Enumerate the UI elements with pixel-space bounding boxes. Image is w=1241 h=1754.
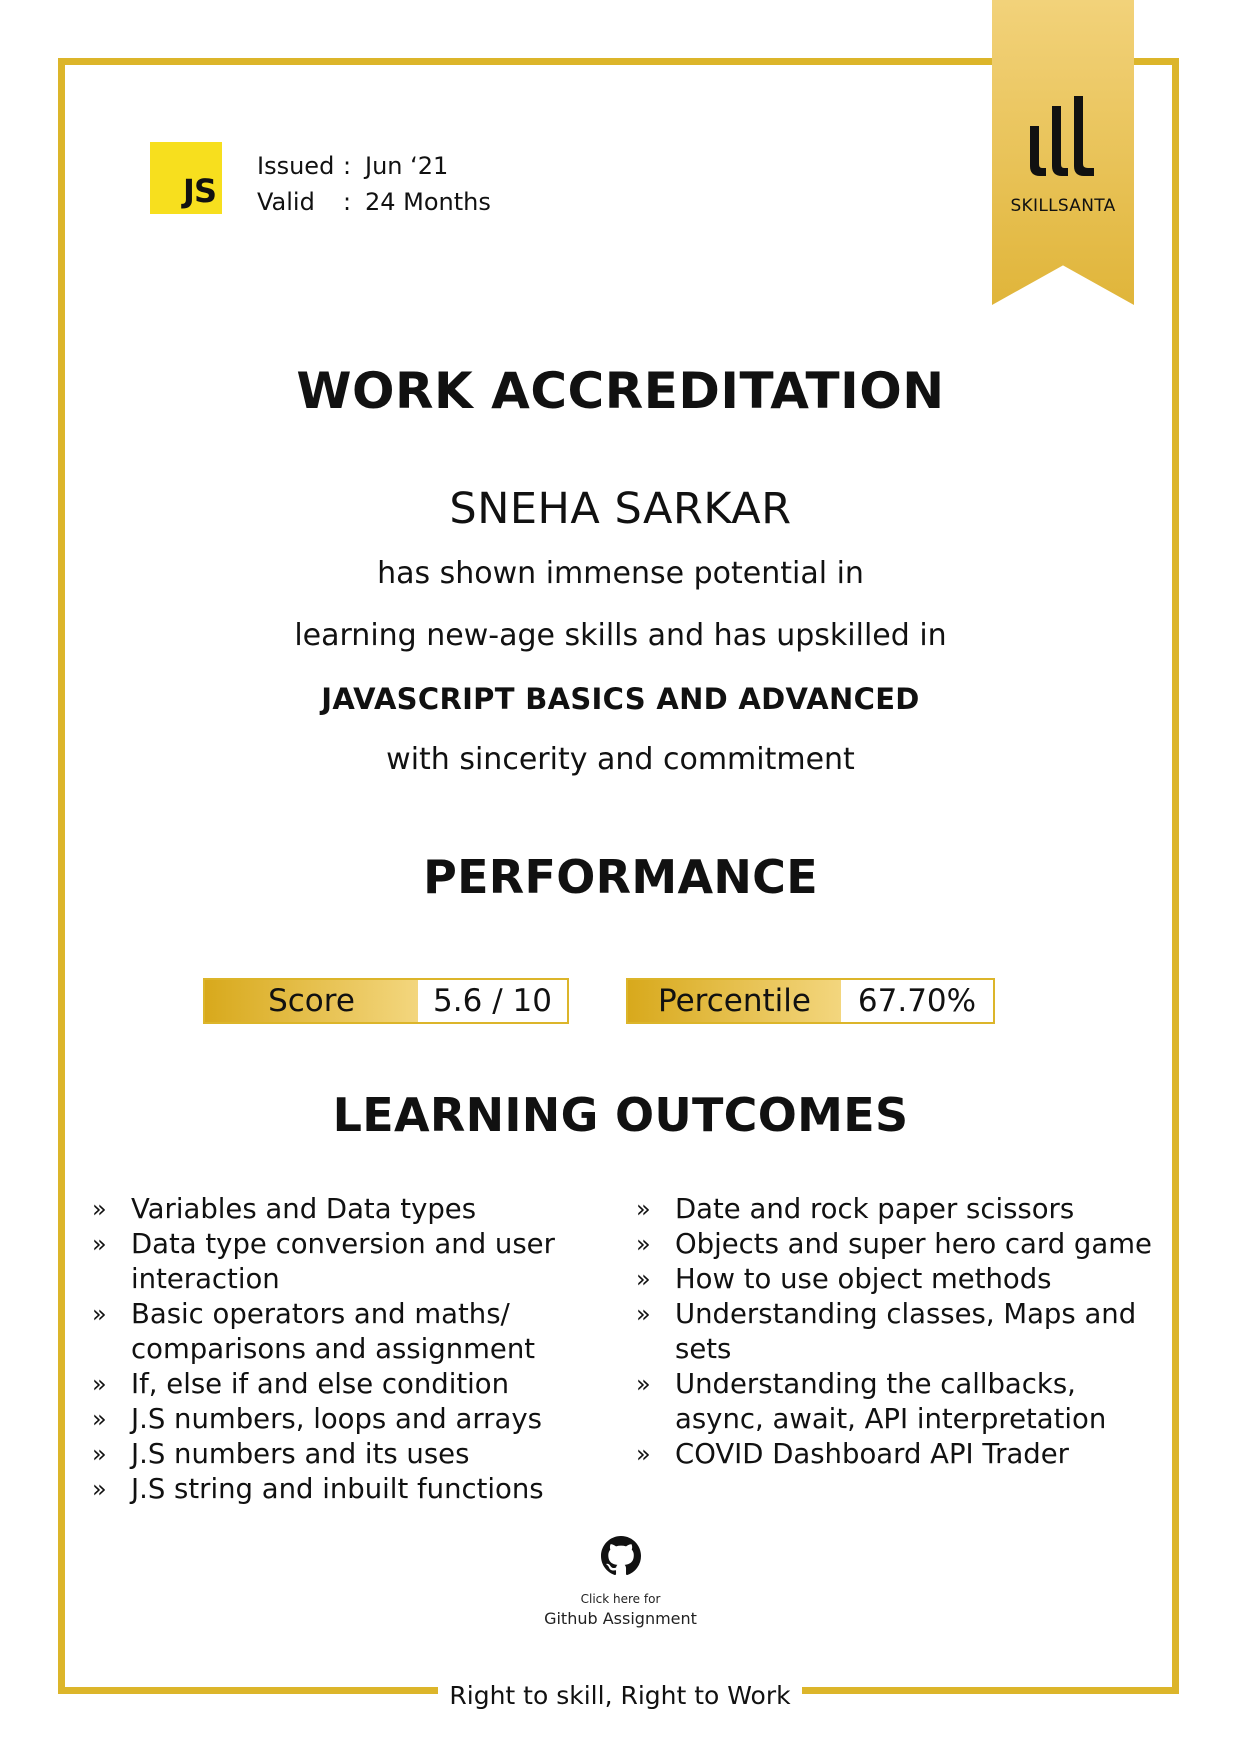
outcomes-left-list: » Variables and Data types » Data type con… [92,1192,612,1507]
performance-heading: PERFORMANCE [423,850,818,904]
outcomes-right-list: » Date and rock paper scissors » Objects a… [636,1192,1156,1472]
issued-label: Issued [257,152,335,180]
list-item: » COVID Dashboard API Trader [636,1438,1069,1470]
list-item: » Data type conversion and user interacti… [92,1228,555,1295]
github-assignment-link[interactable]: Github Assignment [0,1609,1241,1628]
valid-separator: : [343,188,352,216]
percentile-value: 67.70% [841,980,993,1022]
list-item: » If, else if and else condition [92,1368,510,1400]
js-badge-icon: JS [150,142,222,214]
list-item: » Objects and super hero card game [636,1228,1152,1260]
list-item: » Understanding classes, Maps and sets [636,1298,1137,1365]
certificate-title: WORK ACCREDITATION [296,362,945,420]
list-item: » How to use object methods [636,1263,1052,1295]
recipient-name: SNEHA SARKAR [449,484,792,534]
body-line-3: with sincerity and commitment [386,742,855,777]
js-badge-text: JS [183,172,217,210]
skill-name: JAVASCRIPT BASICS AND ADVANCED [321,682,920,716]
tagline: Right to skill, Right to Work [438,1676,802,1716]
skillsanta-logo-icon [1030,96,1094,176]
valid-value: 24 Months [365,188,491,216]
percentile-label: Percentile [628,980,841,1022]
percentile-box: Percentile 67.70% [626,978,995,1024]
issued-row: Issued: Jun ‘21 [257,152,448,180]
body-line-2: learning new-age skills and has upskille… [294,618,947,653]
valid-label: Valid [257,188,315,216]
github-hint[interactable]: Click here for [0,1592,1241,1606]
list-item: » Understanding the callbacks, async, awa… [636,1368,1107,1435]
valid-row: Valid:24 Months [257,188,491,216]
body-line-1: has shown immense potential in [377,556,864,591]
list-item: » J.S numbers and its uses [92,1438,470,1470]
issued-value: Jun ‘21 [365,152,449,180]
learning-outcomes-heading: LEARNING OUTCOMES [332,1088,909,1142]
list-item: » Date and rock paper scissors [636,1193,1075,1225]
list-item: » Variables and Data types [92,1193,477,1225]
brand-name: SKILLSANTA [1010,196,1116,216]
score-box: Score 5.6 / 10 [203,978,569,1024]
score-value: 5.6 / 10 [418,980,567,1022]
issued-separator: : [343,152,352,180]
list-item: » Basic operators and maths/ comparisons … [92,1298,536,1365]
score-label: Score [205,980,418,1022]
list-item: » J.S string and inbuilt functions [92,1473,544,1505]
list-item: » J.S numbers, loops and arrays [92,1403,542,1435]
github-icon[interactable] [601,1536,641,1576]
